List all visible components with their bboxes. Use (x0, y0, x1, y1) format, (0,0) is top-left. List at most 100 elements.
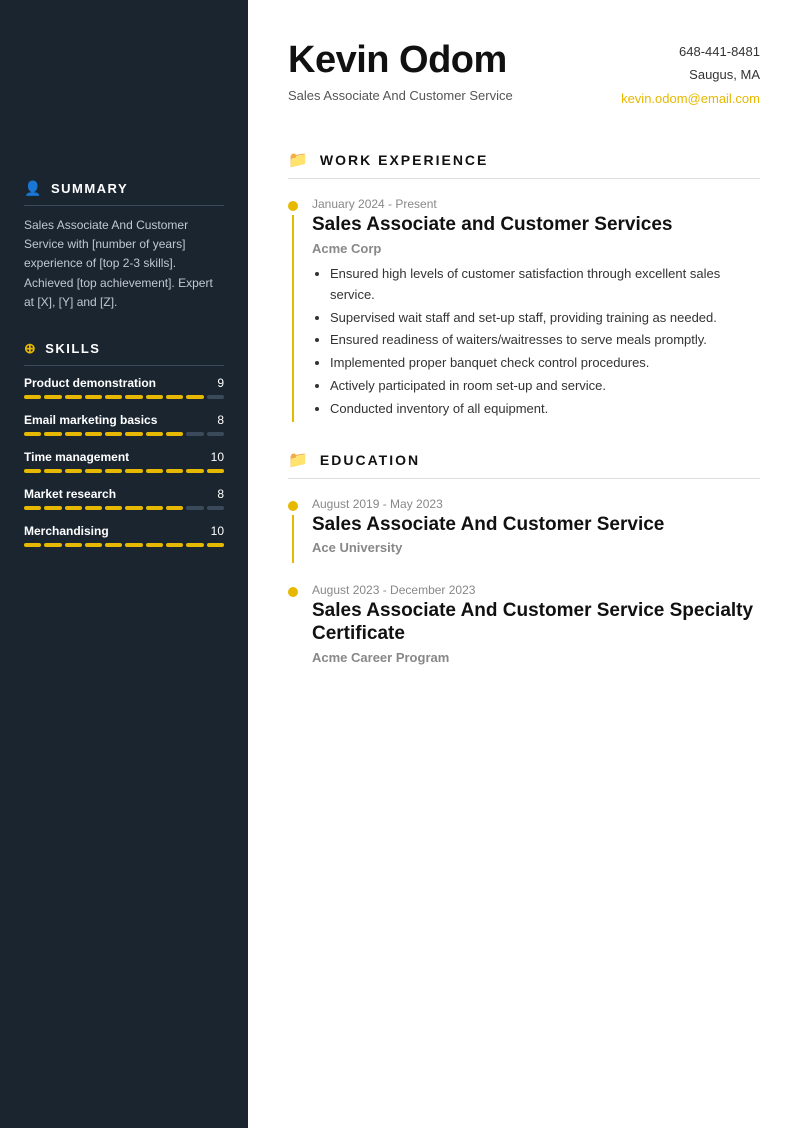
skill-segment (146, 395, 163, 399)
skill-segment (166, 469, 183, 473)
skill-score: 9 (217, 376, 224, 390)
education-entry: August 2019 - May 2023 Sales Associate An… (288, 497, 760, 564)
entry-company: Acme Corp (312, 241, 760, 256)
skill-segment (85, 432, 102, 436)
skill-segment (44, 543, 61, 547)
entry-dot (288, 587, 298, 597)
skill-item: Email marketing basics 8 (24, 413, 224, 436)
skill-segment (186, 506, 203, 510)
skill-segment (85, 469, 102, 473)
skill-segment (146, 432, 163, 436)
skill-segment (105, 469, 122, 473)
skill-segment (166, 506, 183, 510)
entry-dot-line (288, 583, 298, 673)
entry-institution: Ace University (312, 540, 760, 555)
skill-segment (105, 543, 122, 547)
skill-segment (85, 506, 102, 510)
entry-body: January 2024 - PresentSales Associate an… (312, 197, 760, 421)
skill-segment (166, 432, 183, 436)
skill-item: Product demonstration 9 (24, 376, 224, 399)
skill-segment (207, 469, 224, 473)
entry-title: Sales Associate and Customer Services (312, 214, 760, 237)
skill-segment (125, 543, 142, 547)
entry-line (292, 215, 294, 421)
skill-segment (24, 395, 41, 399)
skill-segment (44, 506, 61, 510)
header-right: 648-441-8481 Saugus, MA kevin.odom@email… (621, 40, 760, 110)
skill-segment (105, 432, 122, 436)
skill-segment (65, 432, 82, 436)
skill-segment (44, 395, 61, 399)
skill-segment (65, 543, 82, 547)
bullet-item: Supervised wait staff and set-up staff, … (330, 308, 760, 329)
entry-dot-line (288, 497, 298, 564)
skill-segment (207, 395, 224, 399)
skill-name: Market research (24, 487, 116, 501)
bullet-item: Conducted inventory of all equipment. (330, 399, 760, 420)
skills-section: ⊕ Skills Product demonstration 9 Email mar… (24, 340, 224, 547)
skill-header: Time management10 (24, 450, 224, 464)
skill-header: Market research8 (24, 487, 224, 501)
skill-segment (85, 395, 102, 399)
entry-title: Sales Associate And Customer Service Spe… (312, 600, 760, 646)
skill-segment (186, 395, 203, 399)
entry-bullets: Ensured high levels of customer satisfac… (312, 264, 760, 420)
skill-bar (24, 395, 224, 399)
summary-section: 👤 Summary Sales Associate And Customer S… (24, 180, 224, 312)
skill-segment (24, 469, 41, 473)
entry-dot-line (288, 197, 298, 421)
skill-header: Merchandising10 (24, 524, 224, 538)
skill-segment (24, 506, 41, 510)
entry-title: Sales Associate And Customer Service (312, 514, 760, 537)
skill-segment (44, 469, 61, 473)
work-entry: January 2024 - PresentSales Associate an… (288, 197, 760, 421)
education-section: 📁 Education August 2019 - May 2023 Sales … (288, 450, 760, 673)
skill-item: Merchandising10 (24, 524, 224, 547)
skill-score: 8 (217, 413, 224, 427)
skill-header: Product demonstration 9 (24, 376, 224, 390)
bullet-item: Actively participated in room set-up and… (330, 376, 760, 397)
education-entry: August 2023 - December 2023 Sales Associa… (288, 583, 760, 673)
skill-header: Email marketing basics 8 (24, 413, 224, 427)
skill-segment (105, 506, 122, 510)
entry-date: August 2019 - May 2023 (312, 497, 760, 511)
skill-name: Time management (24, 450, 129, 464)
resume-content: 📁 Work Experience January 2024 - Present… (248, 140, 800, 1128)
entry-date: August 2023 - December 2023 (312, 583, 760, 597)
skill-bar (24, 506, 224, 510)
skill-bar (24, 469, 224, 473)
skill-segment (207, 506, 224, 510)
skill-segment (44, 432, 61, 436)
education-title: 📁 Education (288, 450, 760, 479)
header-left: Kevin Odom Sales Associate And Customer … (288, 40, 621, 103)
entry-dot (288, 501, 298, 511)
work-experience-title: 📁 Work Experience (288, 150, 760, 179)
skill-segment (105, 395, 122, 399)
work-entries: January 2024 - PresentSales Associate an… (288, 197, 760, 421)
bullet-item: Ensured readiness of waiters/waitresses … (330, 330, 760, 351)
skill-name: Product demonstration (24, 376, 156, 390)
summary-text: Sales Associate And Customer Service wit… (24, 216, 224, 312)
main-content: Kevin Odom Sales Associate And Customer … (248, 0, 800, 1128)
skills-title: ⊕ Skills (24, 340, 224, 366)
skill-name: Email marketing basics (24, 413, 157, 427)
entry-body: August 2023 - December 2023 Sales Associa… (312, 583, 760, 673)
skill-segment (146, 543, 163, 547)
skill-name: Merchandising (24, 524, 109, 538)
entry-dot (288, 201, 298, 211)
entry-body: August 2019 - May 2023 Sales Associate An… (312, 497, 760, 564)
resume-header: Kevin Odom Sales Associate And Customer … (248, 0, 800, 140)
skill-segment (207, 432, 224, 436)
location: Saugus, MA (621, 63, 760, 86)
skill-segment (24, 543, 41, 547)
skill-segment (166, 395, 183, 399)
skill-segment (24, 432, 41, 436)
bullet-item: Implemented proper banquet check control… (330, 353, 760, 374)
summary-title: 👤 Summary (24, 180, 224, 206)
skill-segment (207, 543, 224, 547)
sidebar: 👤 Summary Sales Associate And Customer S… (0, 0, 248, 1128)
work-experience-section: 📁 Work Experience January 2024 - Present… (288, 150, 760, 421)
skills-icon: ⊕ (24, 340, 37, 357)
skill-segment (166, 543, 183, 547)
skill-segment (125, 506, 142, 510)
